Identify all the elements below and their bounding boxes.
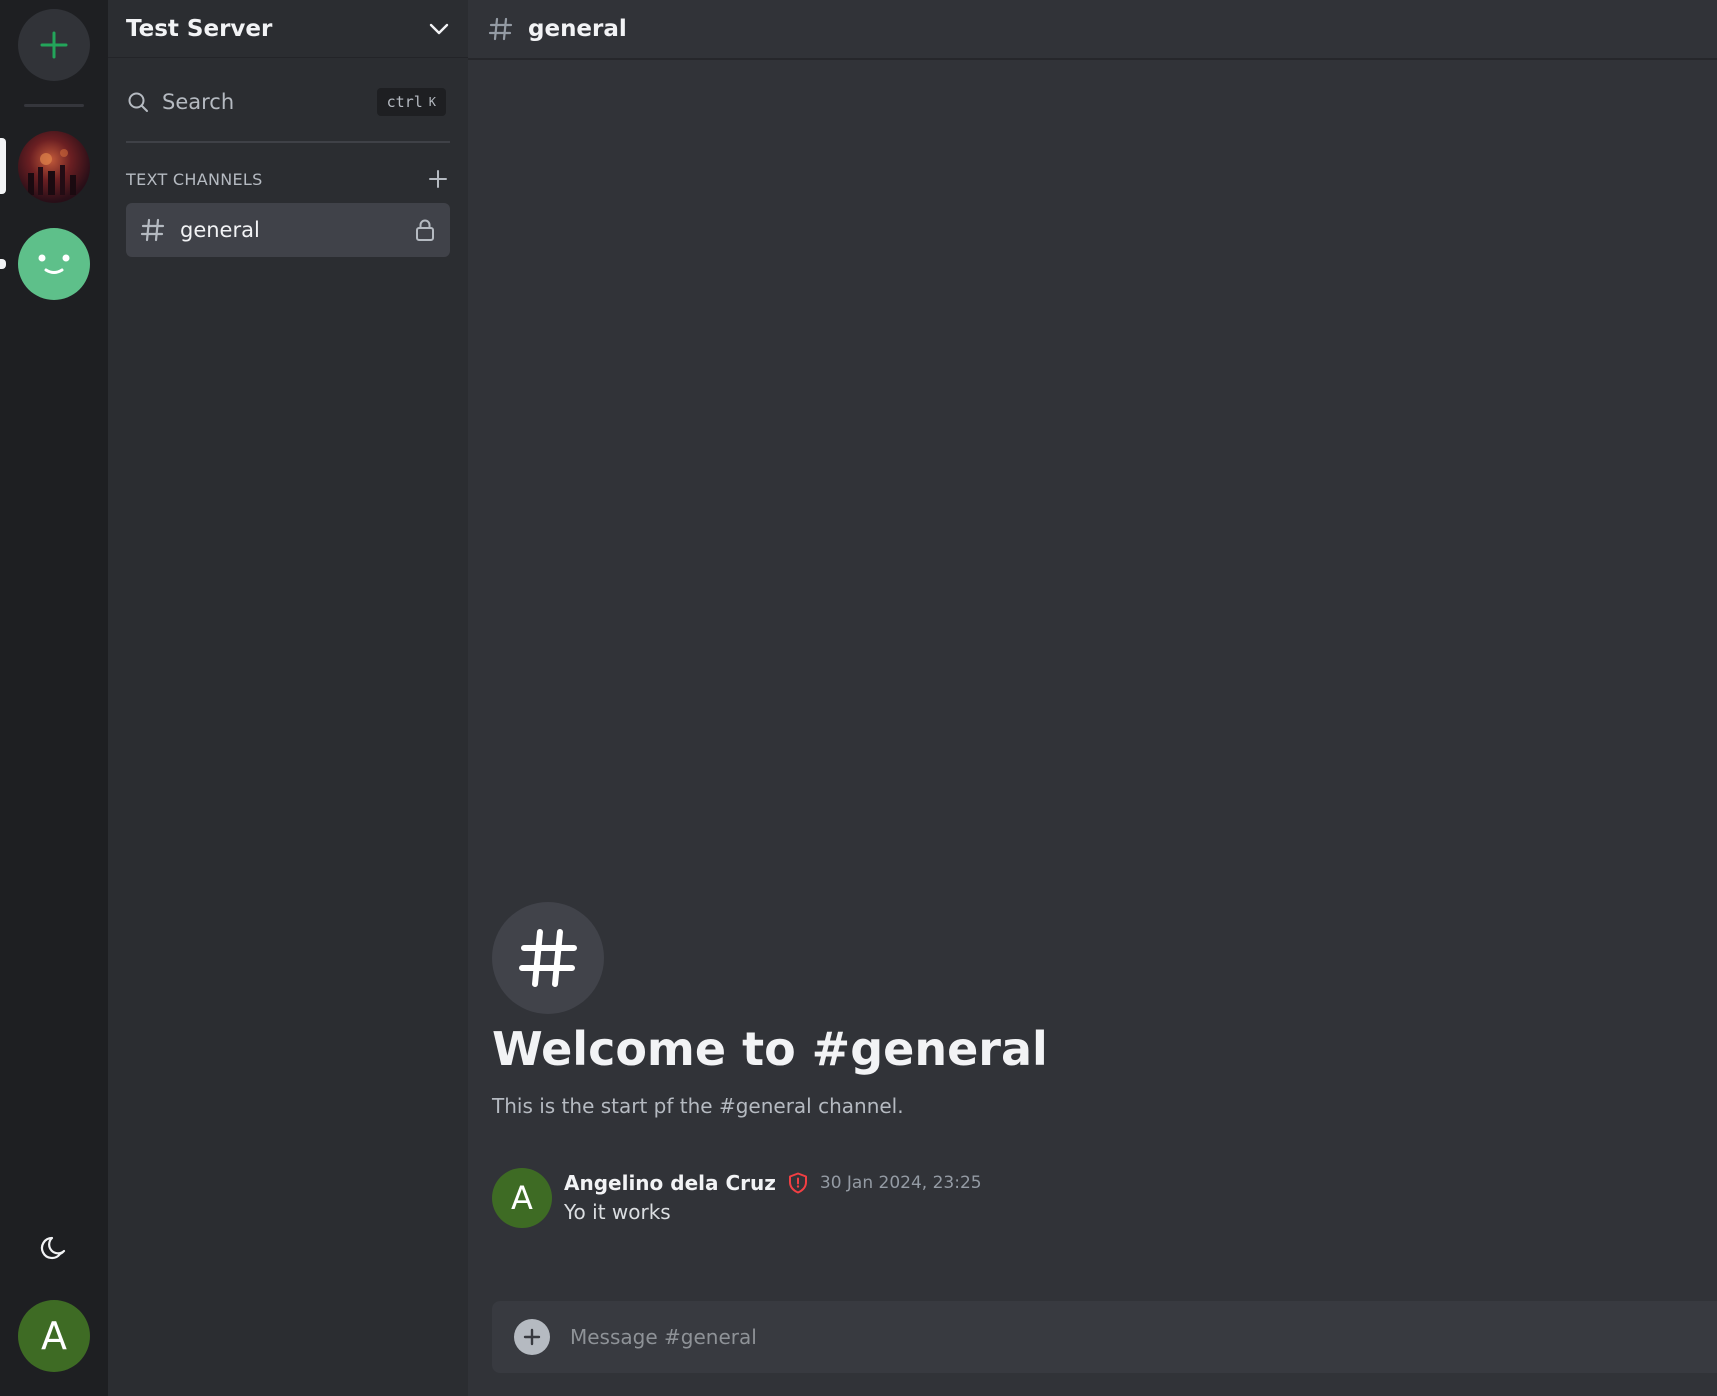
sidebar-divider [126,141,450,143]
message-header: Angelino dela Cruz 30 Jan 2024, 23:25 [564,1168,982,1198]
message-text: Yo it works [564,1200,671,1224]
channel-sidebar: Test Server Search ctrl K TEXT CHANNELS [108,0,468,1396]
plus-icon [523,1328,541,1346]
welcome-title: Welcome to #general [492,1022,1048,1076]
unread-server-indicator [0,259,6,269]
message-timestamp: 30 Jan 2024, 23:25 [819,1173,982,1193]
channel-title: general [528,16,627,42]
lock-icon [416,219,434,241]
smiley-icon [38,254,70,274]
message-input[interactable] [570,1317,1717,1357]
welcome-channel-icon [492,902,604,1014]
admin-shield-icon [788,1172,808,1194]
server-header[interactable]: Test Server [108,0,468,58]
active-server-indicator [0,138,6,194]
server-icon-test-server[interactable] [18,131,90,203]
shortcut-key: K [428,95,436,109]
server-name: Test Server [126,15,273,42]
message-body: Angelino dela Cruz 30 Jan 2024, 23:25 Yo… [564,1168,982,1224]
welcome-subtitle: This is the start pf the #general channe… [492,1094,904,1118]
section-title: TEXT CHANNELS [126,169,263,189]
moon-icon [40,1236,66,1260]
channel-item-general[interactable]: general [126,203,450,257]
message-composer [492,1301,1717,1373]
add-server-button[interactable] [18,9,90,81]
app-window: A Test Server Search ctrl K TEXT CHANNEL… [0,0,1717,1396]
chat-area: general Welcome to #general This is the … [468,0,1717,1396]
channel-name: general [180,218,260,242]
user-avatar[interactable]: A [18,1300,90,1372]
user-avatar-initial: A [41,1314,67,1358]
server-rail: A [0,0,108,1396]
search-button[interactable]: Search ctrl K [126,84,446,120]
hashtag-icon [140,218,165,242]
chevron-down-icon [429,23,449,34]
message-author[interactable]: Angelino dela Cruz [564,1171,776,1195]
channel-topbar: general [468,0,1717,60]
message-avatar-initial: A [511,1179,533,1217]
search-shortcut: ctrl K [376,88,446,116]
theme-toggle-button[interactable] [36,1230,72,1266]
search-icon [128,92,148,112]
rail-separator [24,104,84,107]
add-channel-icon[interactable] [428,169,448,189]
hashtag-icon [519,929,577,987]
server-icon-smiley[interactable] [18,228,90,300]
shortcut-ctrl: ctrl [386,93,423,111]
search-label: Search [162,90,235,114]
hashtag-icon [488,17,513,41]
message-item: A Angelino dela Cruz 30 Jan 2024, 23:25 … [492,1168,982,1228]
text-channels-header: TEXT CHANNELS [126,166,448,192]
attach-button[interactable] [514,1319,550,1355]
message-avatar[interactable]: A [492,1168,552,1228]
server-artwork-icon [28,149,76,195]
plus-icon [40,31,68,59]
